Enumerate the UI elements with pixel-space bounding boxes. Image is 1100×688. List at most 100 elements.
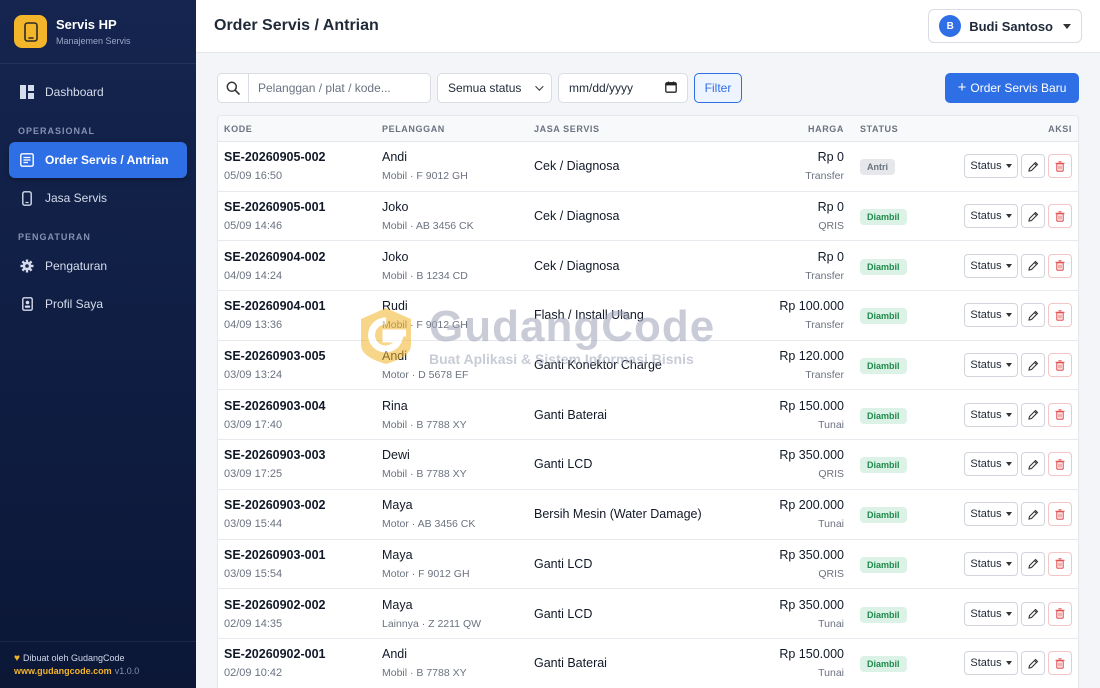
- edit-button[interactable]: [1021, 651, 1045, 676]
- status-dropdown-button[interactable]: Status: [964, 651, 1018, 676]
- edit-button[interactable]: [1021, 502, 1045, 527]
- status-badge: Diambil: [860, 258, 907, 275]
- sidebar-item-profil[interactable]: Profil Saya: [9, 286, 187, 322]
- delete-button[interactable]: [1048, 601, 1072, 626]
- caret-down-icon: [1005, 363, 1012, 368]
- payment-method: Transfer: [805, 269, 844, 282]
- edit-button[interactable]: [1021, 303, 1045, 328]
- delete-button[interactable]: [1048, 154, 1072, 179]
- table-row: SE-20260904-002 04/09 14:24 Joko Mobil · B …: [218, 241, 1078, 292]
- edit-button[interactable]: [1021, 253, 1045, 278]
- status-dropdown-button[interactable]: Status: [964, 402, 1018, 427]
- topbar: Order Servis / Antrian B Budi Santoso: [196, 0, 1100, 53]
- trash-icon: [1055, 260, 1065, 271]
- sidebar-item-pengaturan[interactable]: Pengaturan: [9, 248, 187, 284]
- edit-button[interactable]: [1021, 204, 1045, 229]
- order-code: SE-20260902-001: [224, 647, 326, 662]
- delete-button[interactable]: [1048, 651, 1072, 676]
- status-select[interactable]: Semua status: [437, 73, 552, 103]
- status-dropdown-button[interactable]: Status: [964, 452, 1018, 477]
- order-date: 03/09 15:44: [224, 518, 283, 531]
- edit-button[interactable]: [1021, 353, 1045, 378]
- customer-vehicle: Mobil · B 7788 XY: [382, 667, 467, 680]
- edit-button[interactable]: [1021, 402, 1045, 427]
- customer-vehicle: Mobil · F 9012 GH: [382, 170, 468, 183]
- edit-button[interactable]: [1021, 154, 1045, 179]
- customer-name: Andi: [382, 150, 408, 165]
- status-badge: Diambil: [860, 556, 907, 573]
- service-name: Ganti LCD: [534, 556, 593, 571]
- status-dropdown-button[interactable]: Status: [964, 502, 1018, 527]
- status-dropdown-button[interactable]: Status: [964, 204, 1018, 229]
- search-input[interactable]: [249, 74, 429, 102]
- customer-name: Rudi: [382, 299, 408, 314]
- delete-button[interactable]: [1048, 551, 1072, 576]
- payment-method: QRIS: [818, 567, 844, 580]
- customer-name: Andi: [382, 647, 408, 662]
- status-dropdown-button[interactable]: Status: [964, 154, 1018, 179]
- delete-button[interactable]: [1048, 452, 1072, 477]
- filter-button[interactable]: Filter: [694, 73, 742, 103]
- edit-button[interactable]: [1021, 551, 1045, 576]
- new-order-button[interactable]: + Order Servis Baru: [945, 73, 1079, 103]
- delete-button[interactable]: [1048, 204, 1072, 229]
- payment-method: Tunai: [818, 667, 844, 680]
- column-header-harga: HARGA: [808, 123, 844, 134]
- caret-down-icon: [1005, 412, 1012, 417]
- search-icon[interactable]: [218, 74, 249, 102]
- status-dropdown-button[interactable]: Status: [964, 551, 1018, 576]
- caret-down-icon: [1063, 23, 1071, 29]
- service-name: Cek / Diagnosa: [534, 159, 620, 174]
- delete-button[interactable]: [1048, 353, 1072, 378]
- delete-button[interactable]: [1048, 253, 1072, 278]
- list-icon: [19, 152, 35, 168]
- status-badge: Diambil: [860, 358, 907, 375]
- date-input[interactable]: mm/dd/yyyy: [558, 73, 688, 103]
- delete-button[interactable]: [1048, 303, 1072, 328]
- service-name: Bersih Mesin (Water Damage): [534, 507, 702, 522]
- column-header-pelanggan: PELANGGAN: [382, 123, 445, 134]
- delete-button[interactable]: [1048, 502, 1072, 527]
- sidebar-nav: Dashboard OPERASIONAL Order Servis / Ant…: [0, 64, 196, 322]
- status-badge: Diambil: [860, 507, 907, 524]
- caret-down-icon: [1005, 512, 1012, 517]
- status-dropdown-label: Status: [970, 508, 1002, 521]
- user-menu-button[interactable]: B Budi Santoso: [928, 9, 1082, 43]
- phone-icon: [19, 190, 35, 206]
- footer-link[interactable]: www.gudangcode.com: [14, 666, 112, 676]
- nav-section-operasional: OPERASIONAL: [18, 126, 96, 136]
- service-name: Flash / Install Ulang: [534, 308, 644, 323]
- sidebar-item-label: Dashboard: [45, 85, 104, 99]
- status-dropdown-button[interactable]: Status: [964, 601, 1018, 626]
- caret-down-icon: [1005, 661, 1012, 666]
- table-row: SE-20260903-002 03/09 15:44 Maya Motor · AB…: [218, 490, 1078, 540]
- edit-button[interactable]: [1021, 452, 1045, 477]
- order-date: 04/09 13:36: [224, 319, 283, 332]
- edit-button[interactable]: [1021, 601, 1045, 626]
- service-name: Ganti LCD: [534, 457, 593, 472]
- status-dropdown-label: Status: [970, 160, 1002, 173]
- calendar-icon[interactable]: [665, 81, 677, 96]
- pencil-icon: [1027, 211, 1039, 222]
- sidebar-item-dashboard[interactable]: Dashboard: [9, 74, 187, 110]
- delete-button[interactable]: [1048, 402, 1072, 427]
- status-dropdown-button[interactable]: Status: [964, 303, 1018, 328]
- trash-icon: [1055, 409, 1065, 421]
- status-dropdown-label: Status: [970, 557, 1002, 570]
- column-header-kode: KODE: [224, 123, 253, 134]
- order-code: SE-20260903-005: [224, 349, 326, 364]
- sidebar-item-jasa-servis[interactable]: Jasa Servis: [9, 180, 187, 216]
- order-code: SE-20260904-001: [224, 299, 326, 314]
- pencil-icon: [1027, 310, 1039, 321]
- customer-name: Rina: [382, 398, 408, 413]
- status-dropdown-button[interactable]: Status: [964, 253, 1018, 278]
- customer-name: Maya: [382, 597, 413, 612]
- status-dropdown-label: Status: [970, 210, 1002, 223]
- payment-method: QRIS: [818, 220, 844, 233]
- gear-icon: [19, 258, 35, 274]
- status-dropdown-button[interactable]: Status: [964, 353, 1018, 378]
- sidebar-item-order-servis[interactable]: Order Servis / Antrian: [9, 142, 187, 178]
- sidebar-item-label: Pengaturan: [45, 259, 108, 273]
- customer-name: Joko: [382, 200, 409, 215]
- sidebar-footer: ♥ Dibuat oleh GudangCode www.gudangcode.…: [0, 641, 196, 688]
